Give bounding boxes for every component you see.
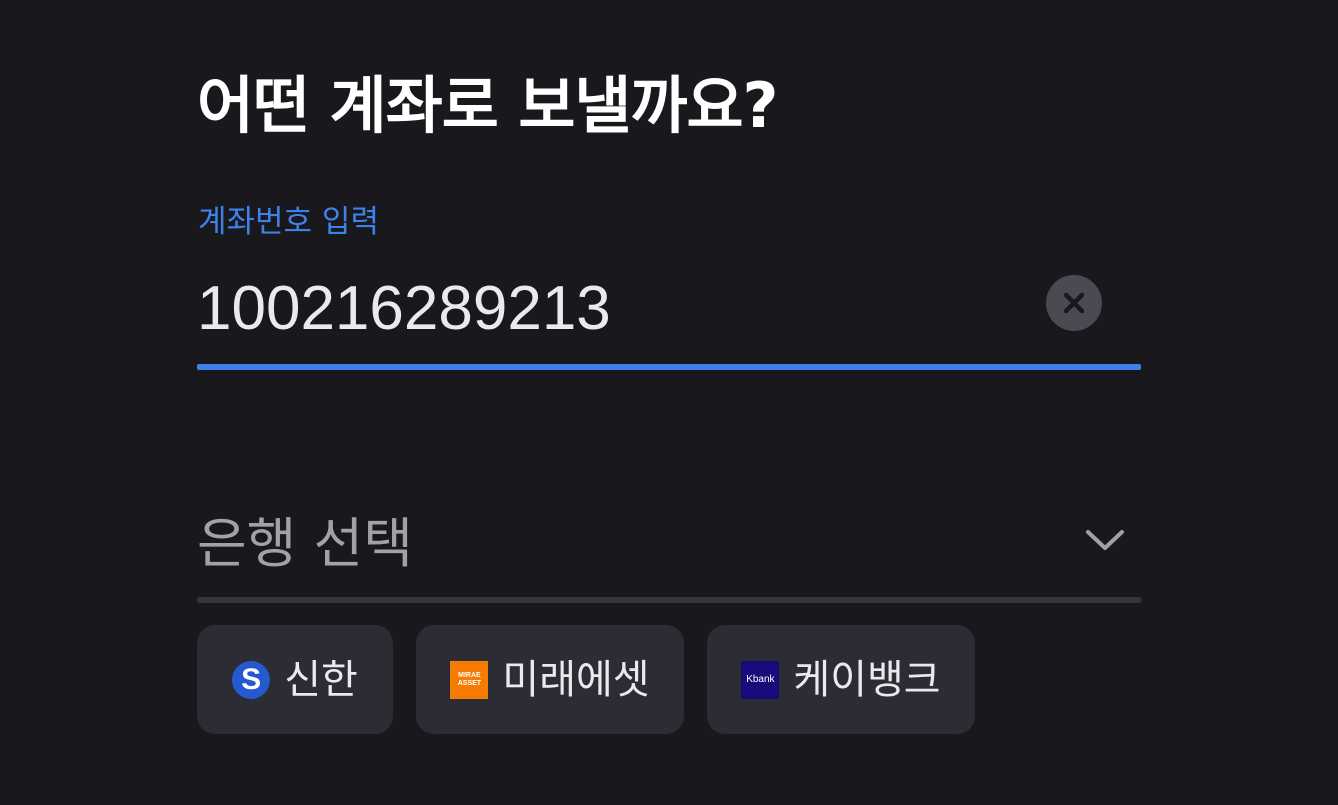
bank-chip-label: 신한 (284, 656, 358, 703)
page-title: 어떤 계좌로 보낼까요? (197, 69, 778, 142)
account-number-label: 계좌번호 입력 (198, 204, 379, 240)
chevron-down-icon (1086, 530, 1124, 550)
bank-select-placeholder: 은행 선택 (197, 512, 413, 575)
kbank-logo-icon: Kbank (741, 660, 780, 699)
shinhan-logo-icon: S (232, 660, 271, 699)
account-input-underline (197, 364, 1141, 370)
account-number-field[interactable]: 100216289213 (197, 262, 1141, 370)
bank-chip-kbank[interactable]: Kbank 케이뱅크 (707, 625, 975, 734)
bank-select-dropdown[interactable]: 은행 선택 (197, 498, 1141, 603)
bank-chip-mirae-asset[interactable]: MIRAE ASSET 미래에셋 (416, 625, 684, 734)
close-icon (1063, 292, 1085, 314)
bank-chip-label: 케이뱅크 (793, 656, 941, 703)
bank-chip-shinhan[interactable]: S 신한 (197, 625, 393, 734)
mirae-asset-logo-icon: MIRAE ASSET (450, 660, 489, 699)
bank-chip-label: 미래에셋 (502, 656, 650, 703)
account-number-input[interactable]: 100216289213 (197, 274, 611, 344)
clear-button[interactable] (1046, 275, 1102, 331)
bank-select-underline (197, 597, 1141, 603)
